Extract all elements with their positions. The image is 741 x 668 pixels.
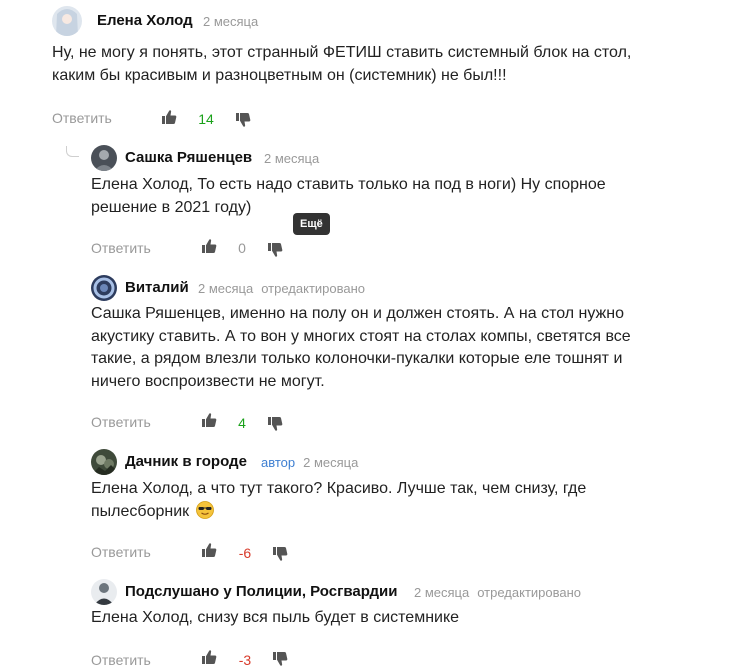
avatar[interactable]: [91, 579, 117, 605]
comment-date-text: 2 месяца: [203, 14, 259, 29]
author-name[interactable]: Сашка Ряшенцев: [125, 149, 252, 166]
sunglasses-emoji-icon: [195, 500, 214, 527]
vote-score: 4: [238, 415, 246, 431]
vote-score: -6: [238, 545, 252, 561]
thumbs-up-icon[interactable]: [161, 109, 177, 125]
avatar[interactable]: [91, 449, 117, 475]
thumbs-down-icon[interactable]: [267, 242, 283, 258]
comment-date: автор 2 месяца: [261, 455, 358, 470]
comment-text: Елена Холод, снизу вся пыль будет в сист…: [91, 609, 460, 626]
comment-text-body: Елена Холод, а что тут такого? Красиво. …: [91, 480, 587, 520]
author-name[interactable]: Елена Холод: [97, 12, 193, 29]
thumbs-down-icon[interactable]: [272, 651, 288, 667]
author-name[interactable]: Подслушано у Полиции, Росгвардии: [125, 583, 397, 600]
comment-date: 2 месяца: [203, 14, 258, 29]
reply-button[interactable]: Ответить: [91, 652, 151, 668]
vote-score: 0: [238, 240, 246, 256]
thumbs-up-icon[interactable]: [201, 238, 217, 254]
thumbs-up-icon[interactable]: [201, 412, 217, 428]
edited-label: отредактировано: [477, 585, 582, 600]
comment-text: Елена Холод, а что тут такого? Красиво. …: [91, 478, 611, 526]
author-name[interactable]: Виталий: [125, 279, 189, 296]
reply-button[interactable]: Ответить: [52, 110, 112, 126]
comment-text: Ну, не могу я понять, этот странный ФЕТИ…: [52, 44, 632, 84]
avatar[interactable]: [91, 275, 117, 301]
comment-date: 2 месяца: [264, 151, 319, 166]
thumbs-up-icon[interactable]: [201, 542, 217, 558]
reply-button[interactable]: Ответить: [91, 240, 151, 256]
edited-label: отредактировано: [261, 281, 366, 296]
comment-date: 2 месяца отредактировано: [414, 585, 581, 600]
comment-text: Елена Холод, То есть надо ставить только…: [91, 176, 606, 216]
avatar[interactable]: [52, 6, 82, 36]
comment-date-text: 2 месяца: [303, 455, 359, 470]
thumbs-down-icon[interactable]: [267, 416, 283, 432]
vote-score: -3: [238, 652, 252, 668]
comment-date-text: 2 месяца: [264, 151, 320, 166]
author-name[interactable]: Дачник в городе: [125, 453, 247, 470]
more-tooltip: Ещё: [293, 213, 330, 235]
comment-date-text: 2 месяца: [414, 585, 470, 600]
comment-date: 2 месяца отредактировано: [198, 281, 365, 296]
thumbs-down-icon[interactable]: [235, 112, 251, 128]
thumbs-up-icon[interactable]: [201, 649, 217, 665]
avatar[interactable]: [91, 145, 117, 171]
comment-date-text: 2 месяца: [198, 281, 254, 296]
thumbs-down-icon[interactable]: [272, 546, 288, 562]
thread-connector: [66, 146, 79, 157]
reply-button[interactable]: Ответить: [91, 414, 151, 430]
author-badge: автор: [261, 455, 296, 470]
reply-button[interactable]: Ответить: [91, 544, 151, 560]
comment-text: Сашка Ряшенцев, именно на полу он и долж…: [91, 305, 631, 390]
vote-score: 14: [198, 111, 214, 127]
